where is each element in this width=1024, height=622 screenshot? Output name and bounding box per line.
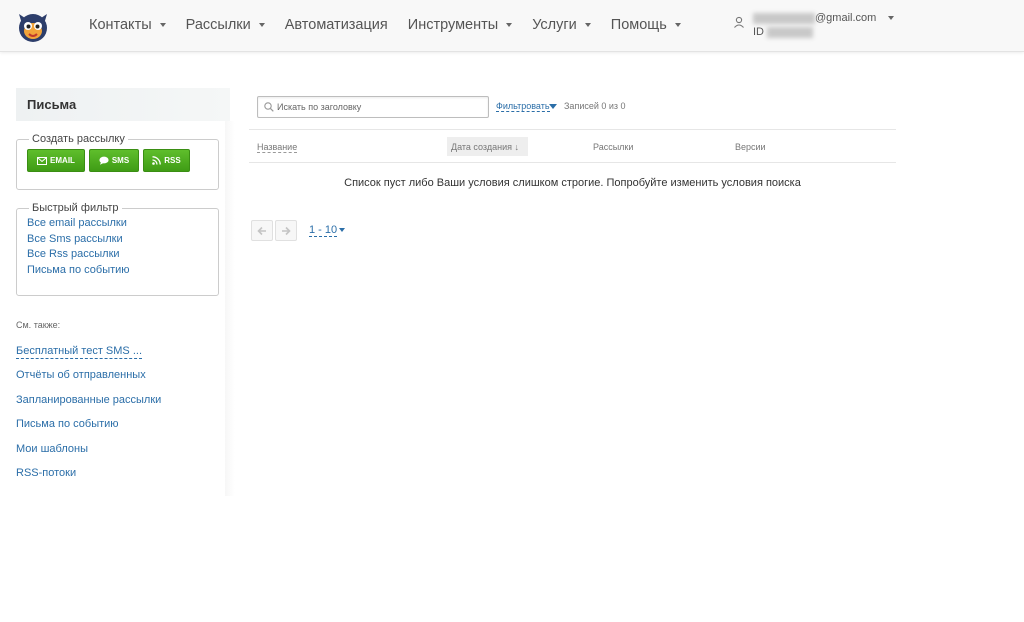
filter-dropdown[interactable]: Фильтровать xyxy=(496,101,550,112)
create-buttons: EMAIL SMS RSS xyxy=(27,149,208,172)
column-header-name[interactable]: Название xyxy=(257,142,298,153)
quick-filter-legend: Быстрый фильтр xyxy=(32,202,119,214)
records-count: Записей 0 из 0 xyxy=(564,101,626,111)
button-label: SMS xyxy=(111,156,130,165)
page-size-dropdown[interactable]: 1 - 10 xyxy=(309,224,338,237)
quick-filter-all-email[interactable]: Все email рассылки xyxy=(27,216,208,232)
quick-filter-all-rss[interactable]: Все Rss рассылки xyxy=(27,247,208,263)
column-header-versions: Версии xyxy=(735,142,766,152)
nav-label: Автоматизация xyxy=(284,17,388,33)
see-also-links: Бесплатный тест SMS ... Отчёты об отправ… xyxy=(16,341,161,492)
nav-item-contacts[interactable]: Контакты xyxy=(89,17,166,33)
user-email-domain: gmail.com xyxy=(826,12,877,24)
user-id: ID xyxy=(753,26,814,38)
caret-down-icon xyxy=(888,16,894,20)
quick-filter-all-sms[interactable]: Все Sms рассылки xyxy=(27,232,208,248)
see-also-free-sms-test[interactable]: Бесплатный тест SMS ... xyxy=(16,345,142,359)
caret-down-icon xyxy=(159,23,166,27)
caret-down-icon xyxy=(506,23,513,27)
prev-page-button[interactable] xyxy=(251,220,273,241)
column-header-mailings: Рассылки xyxy=(593,142,634,152)
user-id-prefix: ID xyxy=(753,26,764,38)
search-icon xyxy=(264,102,274,112)
create-mailing-legend: Создать рассылку xyxy=(32,133,125,145)
see-also-sent-reports[interactable]: Отчёты об отправленных xyxy=(16,369,161,394)
see-also-rss-feeds[interactable]: RSS-потоки xyxy=(16,467,161,492)
quick-filter-box: Быстрый фильтр Все email рассылки Все Sm… xyxy=(16,202,219,296)
chat-bubble-icon xyxy=(99,156,109,165)
logo-icon[interactable] xyxy=(14,6,52,44)
see-also-scheduled-mailings[interactable]: Запланированные рассылки xyxy=(16,394,161,419)
rss-icon xyxy=(152,156,162,165)
redacted-text xyxy=(753,12,815,24)
create-mailing-box: Создать рассылку EMAIL SMS RSS xyxy=(16,133,219,190)
top-navbar: Контакты Рассылки Автоматизация Инструме… xyxy=(0,0,1024,52)
nav-item-services[interactable]: Услуги xyxy=(532,17,591,33)
nav-item-automation[interactable]: Автоматизация xyxy=(285,17,388,33)
button-label: RSS xyxy=(164,156,181,165)
nav-label: Инструменты xyxy=(407,17,499,33)
arrow-left-icon xyxy=(257,226,266,235)
sidebar-divider xyxy=(225,121,235,496)
caret-down-icon xyxy=(674,23,681,27)
caret-down-icon xyxy=(549,104,557,109)
button-label: EMAIL xyxy=(50,156,75,165)
caret-down-icon xyxy=(584,23,591,27)
create-rss-button[interactable]: RSS xyxy=(143,149,190,172)
main-nav: Контакты Рассылки Автоматизация Инструме… xyxy=(89,0,701,50)
create-email-button[interactable]: EMAIL xyxy=(27,149,85,172)
nav-label: Рассылки xyxy=(185,17,251,33)
redacted-text xyxy=(767,26,814,38)
user-icon xyxy=(734,16,744,28)
quick-filter-event-letters[interactable]: Письма по событию xyxy=(27,263,208,279)
see-also-my-templates[interactable]: Мои шаблоны xyxy=(16,443,161,468)
see-also-label: См. также: xyxy=(16,320,61,330)
table-header: Название Дата создания ↓ Рассылки Версии xyxy=(249,129,896,163)
nav-item-tools[interactable]: Инструменты xyxy=(407,17,513,33)
caret-down-icon xyxy=(258,23,265,27)
column-header-created-date[interactable]: Дата создания ↓ xyxy=(451,142,519,152)
next-page-button[interactable] xyxy=(275,220,297,241)
see-also-event-letters[interactable]: Письма по событию xyxy=(16,418,161,443)
nav-item-mailings[interactable]: Рассылки xyxy=(186,17,265,33)
arrow-right-icon xyxy=(282,226,291,235)
sidebar-title: Письма xyxy=(16,88,230,121)
nav-label: Услуги xyxy=(532,17,577,33)
nav-label: Контакты xyxy=(89,17,152,33)
caret-down-icon xyxy=(339,228,345,232)
nav-item-help[interactable]: Помощь xyxy=(611,17,681,33)
search-input[interactable] xyxy=(277,99,482,115)
nav-label: Помощь xyxy=(610,17,667,33)
user-email: @gmail.com xyxy=(753,12,876,24)
create-sms-button[interactable]: SMS xyxy=(89,149,139,172)
search-box xyxy=(257,96,489,118)
envelope-icon xyxy=(37,156,48,165)
empty-list-message: Список пуст либо Ваши условия слишком ст… xyxy=(344,177,801,189)
